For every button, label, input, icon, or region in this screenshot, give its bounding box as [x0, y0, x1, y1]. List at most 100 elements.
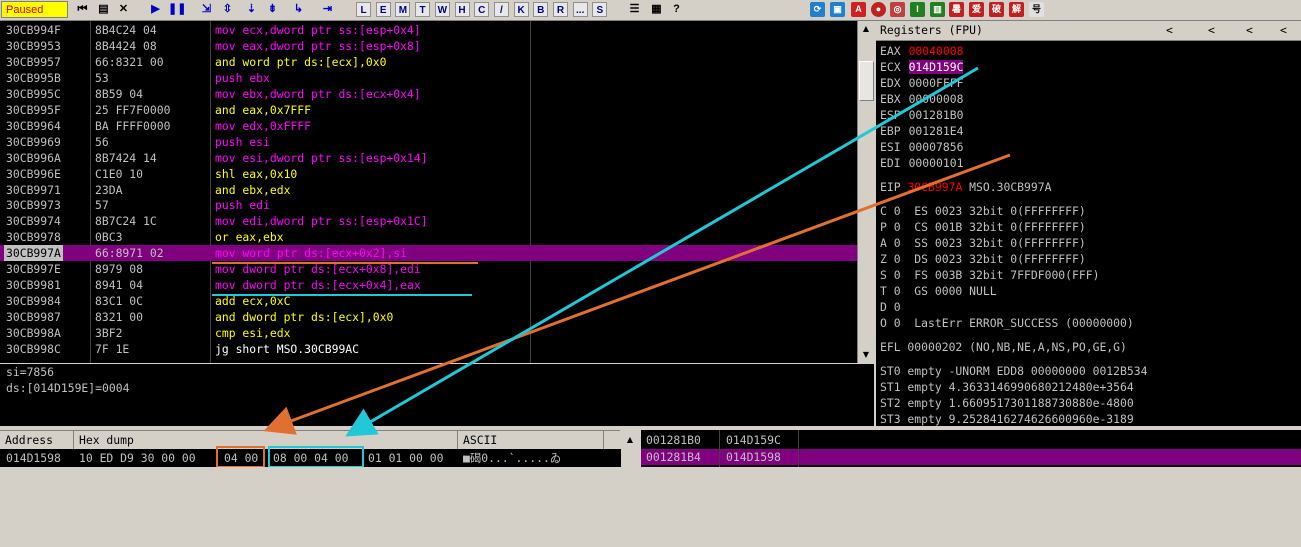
disasm-row[interactable]: 30CB994F 8B4C24 04 mov ecx,dword ptr ss:[e… [0, 22, 857, 38]
window-button-4[interactable]: W [434, 2, 450, 17]
window-button-8[interactable]: K [513, 2, 529, 17]
window-button-6[interactable]: C [474, 2, 490, 17]
disasm-row-selected[interactable]: 30CB997A 66:8971 02 mov word ptr ds:[ecx+0… [0, 245, 857, 262]
plugin-i-icon[interactable]: I [910, 2, 925, 17]
window-button-11[interactable]: ... [572, 2, 588, 17]
scroll-down-icon[interactable]: ▼ [859, 348, 873, 362]
plugin-char-1[interactable]: 暑 [949, 2, 964, 17]
registers-pane[interactable]: Registers (FPU) < < < < EAX 00040008 ECX 01… [876, 21, 1301, 426]
run-icon[interactable]: ▶ [148, 2, 163, 17]
window-icon[interactable]: ▣ [830, 2, 845, 17]
arrow-left-icon[interactable]: < [1280, 21, 1287, 40]
disasm-row[interactable]: 30CB9984 83C1 0C add ecx,0xC [0, 293, 857, 309]
grid-icon[interactable]: ▦ [649, 2, 664, 17]
disasm-row[interactable]: 30CB9973 57 push edi [0, 197, 857, 213]
scroll-thumb[interactable] [859, 61, 874, 101]
plugin-char-4[interactable]: 解 [1009, 2, 1024, 17]
window-button-12[interactable]: S [592, 2, 608, 17]
window-button-10[interactable]: R [553, 2, 568, 17]
register-edx[interactable]: EDX 0000FFFF [880, 75, 963, 91]
record-icon[interactable]: ● [871, 2, 886, 17]
disassembly-scrollbar[interactable]: ▲ ▼ [857, 21, 875, 363]
fpu-row[interactable]: ST0 empty -UNORM EDD8 00000000 0012B534 [880, 363, 1147, 379]
stack-pane[interactable]: 001281B0 014D159C 001281B4 014D1598 [641, 430, 1301, 467]
disasm-row[interactable]: 30CB9964 BA FFFF0000 mov edx,0xFFFF [0, 118, 857, 134]
trace-over-icon[interactable]: ⇟ [265, 2, 280, 17]
trace-into-icon[interactable]: ⇣ [244, 2, 259, 17]
disasm-row[interactable]: 30CB9971 23DA and ebx,edx [0, 182, 857, 198]
window-button-7[interactable]: / [493, 2, 509, 17]
step-into-icon[interactable]: ⇲ [199, 2, 214, 17]
plugin-a-icon[interactable]: A [851, 2, 866, 17]
register-ebp[interactable]: EBP 001281E4 [880, 123, 963, 139]
dump-scrollbar[interactable] [621, 449, 639, 467]
stack-row-selected[interactable]: 001281B4 014D1598 [641, 449, 1301, 465]
efl-row[interactable]: EFL 00000202 (NO,NB,NE,A,NS,PO,GE,G) [880, 339, 1127, 355]
refresh-icon[interactable]: ⟳ [810, 2, 825, 17]
flag-row[interactable]: D 0 [880, 299, 901, 315]
register-ebx[interactable]: EBX 00000008 [880, 91, 963, 107]
flag-row[interactable]: P 0 CS 001B 32bit 0(FFFFFFFF) [880, 219, 1086, 235]
plugin-char-5[interactable]: 号 [1029, 2, 1044, 17]
dump-row[interactable]: 014D1598 10 ED D9 30 00 00 04 00 08 00 0… [0, 449, 622, 467]
flag-row[interactable]: O 0 LastErr ERROR_SUCCESS (00000000) [880, 315, 1134, 331]
stack-row[interactable]: 001281B0 014D159C [641, 432, 1301, 448]
fpu-row[interactable]: ST3 empty 9.2528416274626600960e-3189 [880, 411, 1134, 426]
window-button-9[interactable]: B [533, 2, 549, 17]
arrow-left-icon[interactable]: < [1166, 21, 1173, 40]
step-over-icon[interactable]: ⇳ [220, 2, 235, 17]
flag-row[interactable]: S 0 FS 003B 32bit 7FFDF000(FFF) [880, 267, 1099, 283]
open-icon[interactable]: ▤ [96, 2, 111, 17]
close-icon[interactable]: ✕ [116, 2, 131, 17]
disasm-row[interactable]: 30CB997E 8979 08 mov dword ptr ds:[ecx+0x8… [0, 261, 857, 277]
disasm-row[interactable]: 30CB996A 8B7424 14 mov esi,dword ptr ss:[e… [0, 150, 857, 166]
flag-row[interactable]: A 0 SS 0023 32bit 0(FFFFFFFF) [880, 235, 1086, 251]
rewind-icon[interactable]: ⏮ [75, 2, 90, 17]
flag-row[interactable]: C 0 ES 0023 32bit 0(FFFFFFFF) [880, 203, 1086, 219]
disasm-row[interactable]: 30CB9957 66:8321 00 and word ptr ds:[ecx],… [0, 54, 857, 70]
disasm-row[interactable]: 30CB995F 25 FF7F0000 and eax,0x7FFF [0, 102, 857, 118]
column-header-hexdump[interactable]: Hex dump [74, 431, 458, 449]
window-button-0[interactable]: L [356, 2, 371, 17]
disasm-row[interactable]: 30CB9974 8B7C24 1C mov edi,dword ptr ss:[e… [0, 213, 857, 229]
window-button-3[interactable]: T [415, 2, 431, 17]
disassembly-pane[interactable]: 30CB994F 8B4C24 04 mov ecx,dword ptr ss:[e… [0, 21, 857, 363]
fpu-row[interactable]: ST2 empty 1.6609517301188730880e-4800 [880, 395, 1134, 411]
disasm-row[interactable]: 30CB9987 8321 00 and dword ptr ds:[ecx],0x… [0, 309, 857, 325]
register-eip[interactable]: EIP 30CB997A MSO.30CB997A [880, 179, 1051, 195]
register-esp[interactable]: ESP 001281B0 [880, 107, 963, 123]
window-button-5[interactable]: H [454, 2, 470, 17]
window-button-2[interactable]: M [395, 2, 411, 17]
disasm-row[interactable]: 30CB996E C1E0 10 shl eax,0x10 [0, 166, 857, 182]
plugin-char-3[interactable]: 破 [989, 2, 1004, 17]
window-button-1[interactable]: E [375, 2, 391, 17]
list-icon[interactable]: ☰ [627, 2, 642, 17]
disasm-row[interactable]: 30CB995B 53 push ebx [0, 70, 857, 86]
plugin-char-2[interactable]: 爱 [969, 2, 984, 17]
disasm-row[interactable]: 30CB995C 8B59 04 mov ebx,dword ptr ds:[ecx… [0, 86, 857, 102]
column-header-address[interactable]: Address [0, 431, 74, 449]
flag-row[interactable]: T 0 GS 0000 NULL [880, 283, 997, 299]
help-icon[interactable]: ? [669, 2, 684, 17]
arrow-left-icon[interactable]: < [1208, 21, 1215, 40]
goto-icon[interactable]: ⇥ [320, 2, 335, 17]
execute-till-return-icon[interactable]: ↳ [291, 2, 306, 17]
scroll-up-icon[interactable]: ▲ [623, 433, 637, 447]
arrow-left-icon[interactable]: < [1246, 21, 1253, 40]
plugin-grid-icon[interactable]: ▥ [930, 2, 945, 17]
register-ecx[interactable]: ECX 014D159C [880, 59, 964, 75]
disasm-row[interactable]: 30CB9981 8941 04 mov dword ptr ds:[ecx+0x4… [0, 277, 857, 293]
register-eax[interactable]: EAX 00040008 [880, 43, 963, 59]
fpu-row[interactable]: ST1 empty 4.3633146990680212480e+3564 [880, 379, 1134, 395]
disasm-row[interactable]: 30CB9953 8B4424 08 mov eax,dword ptr ss:[e… [0, 38, 857, 54]
register-esi[interactable]: ESI 00007856 [880, 139, 963, 155]
target-icon[interactable]: ◎ [890, 2, 905, 17]
disasm-row[interactable]: 30CB9969 56 push esi [0, 134, 857, 150]
disasm-row[interactable]: 30CB998A 3BF2 cmp esi,edx [0, 325, 857, 341]
disasm-row[interactable]: 30CB9978 0BC3 or eax,ebx [0, 229, 857, 245]
flag-row[interactable]: Z 0 DS 0023 32bit 0(FFFFFFFF) [880, 251, 1086, 267]
scroll-up-icon[interactable]: ▲ [859, 22, 873, 36]
register-edi[interactable]: EDI 00000101 [880, 155, 963, 171]
disasm-row[interactable]: 30CB998C 7F 1E jg short MSO.30CB99AC [0, 341, 857, 357]
pause-icon[interactable]: ❚❚ [168, 2, 186, 17]
